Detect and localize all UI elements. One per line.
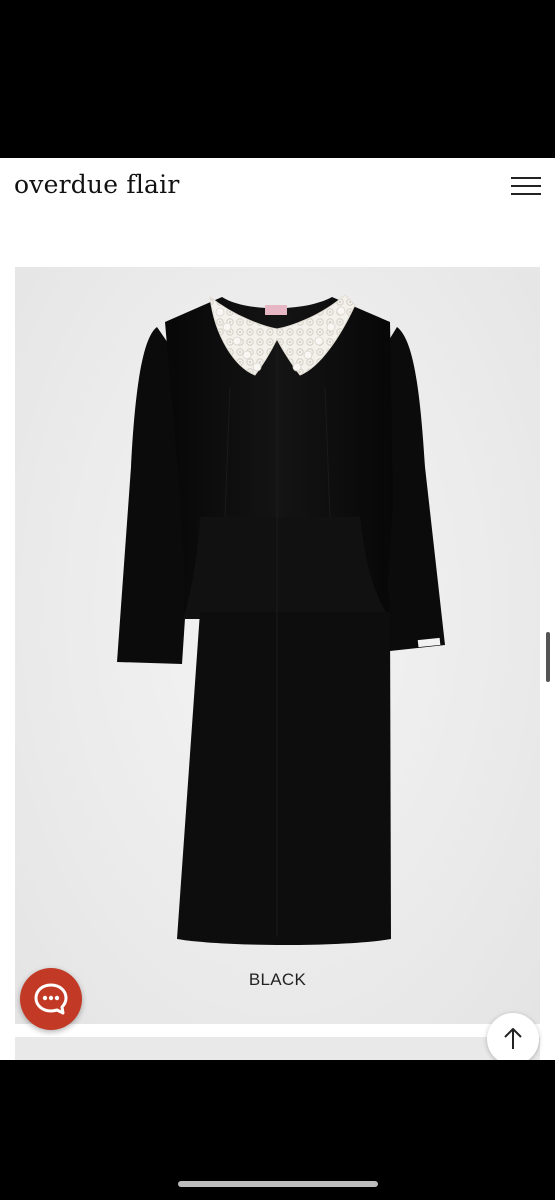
brand-logo[interactable]: overdue flair (14, 170, 179, 199)
status-bar-area (0, 0, 555, 158)
scroll-to-top-button[interactable] (487, 1013, 539, 1060)
page: overdue flair BLACK (0, 158, 555, 1060)
chat-button[interactable] (20, 968, 82, 1030)
next-product-card[interactable] (15, 1037, 540, 1060)
hamburger-menu-icon[interactable] (511, 175, 541, 197)
arrow-up-icon (504, 1028, 522, 1049)
scrollbar[interactable] (546, 632, 550, 682)
product-card[interactable]: BLACK (15, 267, 540, 1024)
product-image[interactable] (15, 267, 540, 967)
bottom-bar (0, 1060, 555, 1200)
chat-bubble-icon (34, 983, 68, 1015)
home-indicator[interactable] (178, 1181, 378, 1187)
color-label: BLACK (248, 970, 307, 989)
site-header: overdue flair (0, 158, 555, 218)
